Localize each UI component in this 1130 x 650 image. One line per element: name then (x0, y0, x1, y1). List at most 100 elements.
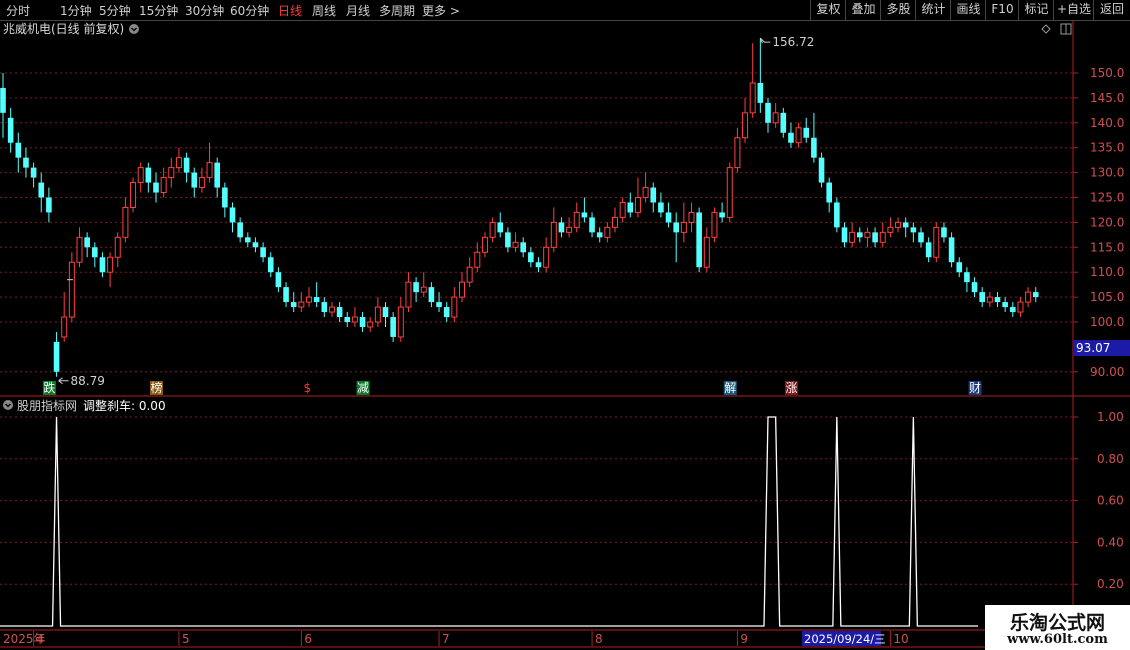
candlestick (902, 217, 909, 238)
event-marker[interactable]: 减 (356, 381, 370, 395)
candlestick (107, 252, 114, 288)
event-marker[interactable]: 涨 (784, 380, 798, 395)
price-axis-tick: 110.0 (1090, 265, 1124, 279)
candlestick (252, 237, 259, 253)
candlestick (198, 167, 205, 193)
candlestick (680, 202, 687, 243)
candlestick (38, 172, 45, 213)
candlestick (114, 232, 121, 268)
event-marker[interactable]: 解 (723, 381, 737, 395)
candlestick (1032, 287, 1039, 303)
indicator-dropdown-icon[interactable] (3, 400, 13, 410)
price-axis-tick: 135.0 (1090, 141, 1124, 155)
candlestick (986, 292, 993, 308)
candlestick (573, 202, 580, 233)
period-low-label: 88.79 (71, 374, 105, 388)
candlestick (283, 282, 289, 308)
candlestick (137, 162, 144, 193)
candlestick (596, 227, 603, 243)
price-axis-tick: 105.0 (1090, 290, 1124, 304)
candlestick (344, 312, 351, 327)
time-axis-label: 9 (740, 632, 748, 646)
candlestick (229, 202, 236, 233)
candlestick (321, 297, 328, 318)
event-marker-label: 榜 (151, 380, 163, 395)
candlestick (788, 122, 794, 148)
event-marker[interactable]: 财 (968, 381, 982, 395)
candlestick (7, 107, 14, 153)
candlestick (84, 232, 90, 258)
candlestick (811, 112, 817, 163)
candlestick (275, 267, 282, 293)
candlestick (168, 157, 175, 188)
candlestick (336, 302, 343, 322)
candlestick (543, 237, 550, 273)
candlestick (528, 247, 534, 268)
candlestick (443, 302, 450, 322)
candlestick (145, 162, 152, 193)
current-price-label: 93.07 (1076, 341, 1110, 355)
event-marker-label: 减 (357, 381, 369, 395)
candlestick (619, 197, 626, 223)
event-marker[interactable]: 榜 (150, 380, 163, 395)
event-marker-label: 财 (969, 381, 981, 395)
candlestick (1002, 297, 1008, 313)
candlestick (76, 227, 83, 268)
candlestick (535, 257, 542, 273)
diamond-icon[interactable] (1041, 24, 1051, 34)
event-marker-label: 解 (724, 381, 736, 395)
candlestick (749, 43, 756, 118)
candlestick (612, 207, 618, 233)
candlestick (390, 312, 396, 342)
candlestick (0, 73, 6, 138)
candlestick (206, 142, 213, 183)
candlestick (696, 207, 702, 273)
event-marker-label: 跌 (43, 380, 55, 395)
watermark-url: www.60lt.com (1007, 632, 1108, 647)
candlestick (650, 182, 657, 213)
candlestick (604, 222, 611, 243)
candlestick (658, 192, 664, 218)
indicator-axis-tick: 0.80 (1097, 452, 1124, 466)
indicator-value-label: 调整刹车: 0.00 (83, 398, 166, 413)
candlestick (428, 282, 435, 308)
candlestick (673, 212, 679, 263)
event-marker-label: $ (304, 381, 312, 395)
candlestick (1017, 297, 1024, 318)
candlestick (711, 207, 718, 243)
candlestick (826, 177, 832, 213)
indicator-name: 股朋指标网 (17, 398, 77, 413)
candlestick (413, 277, 419, 303)
time-axis-label: 8 (595, 632, 603, 646)
candlestick (122, 197, 129, 243)
candlestick (994, 292, 1001, 308)
candlestick (183, 152, 190, 183)
candlestick (879, 222, 886, 248)
candlestick (46, 187, 52, 223)
event-marker[interactable]: 跌 (42, 380, 56, 395)
candlestick (857, 227, 863, 243)
candlestick (313, 282, 320, 308)
candlestick (359, 312, 366, 332)
candlestick (497, 212, 504, 238)
candlestick (918, 227, 924, 248)
title-dropdown-icon[interactable] (129, 24, 139, 34)
indicator-line (0, 416, 978, 627)
candlestick (351, 307, 358, 327)
candlestick (719, 202, 725, 223)
candlestick (703, 227, 710, 273)
candlestick (1010, 302, 1016, 318)
price-axis-tick: 115.0 (1090, 240, 1124, 254)
stock-chart[interactable]: 兆威机电(日线 前复权) 150.0 145.0 140.0 135.0 130.0 12… (0, 0, 1130, 650)
event-marker[interactable]: $ (303, 381, 316, 395)
candlestick (872, 227, 878, 248)
watermark-title: 乐淘公式网 (1009, 612, 1105, 634)
candlestick (634, 177, 641, 218)
candlestick (481, 232, 488, 258)
candlestick (772, 102, 779, 128)
stock-title: 兆威机电(日线 前复权) (3, 21, 124, 36)
candlestick (436, 292, 442, 313)
candlestick (734, 127, 741, 173)
time-axis-label: 7 (442, 632, 450, 646)
candlestick (175, 147, 182, 173)
